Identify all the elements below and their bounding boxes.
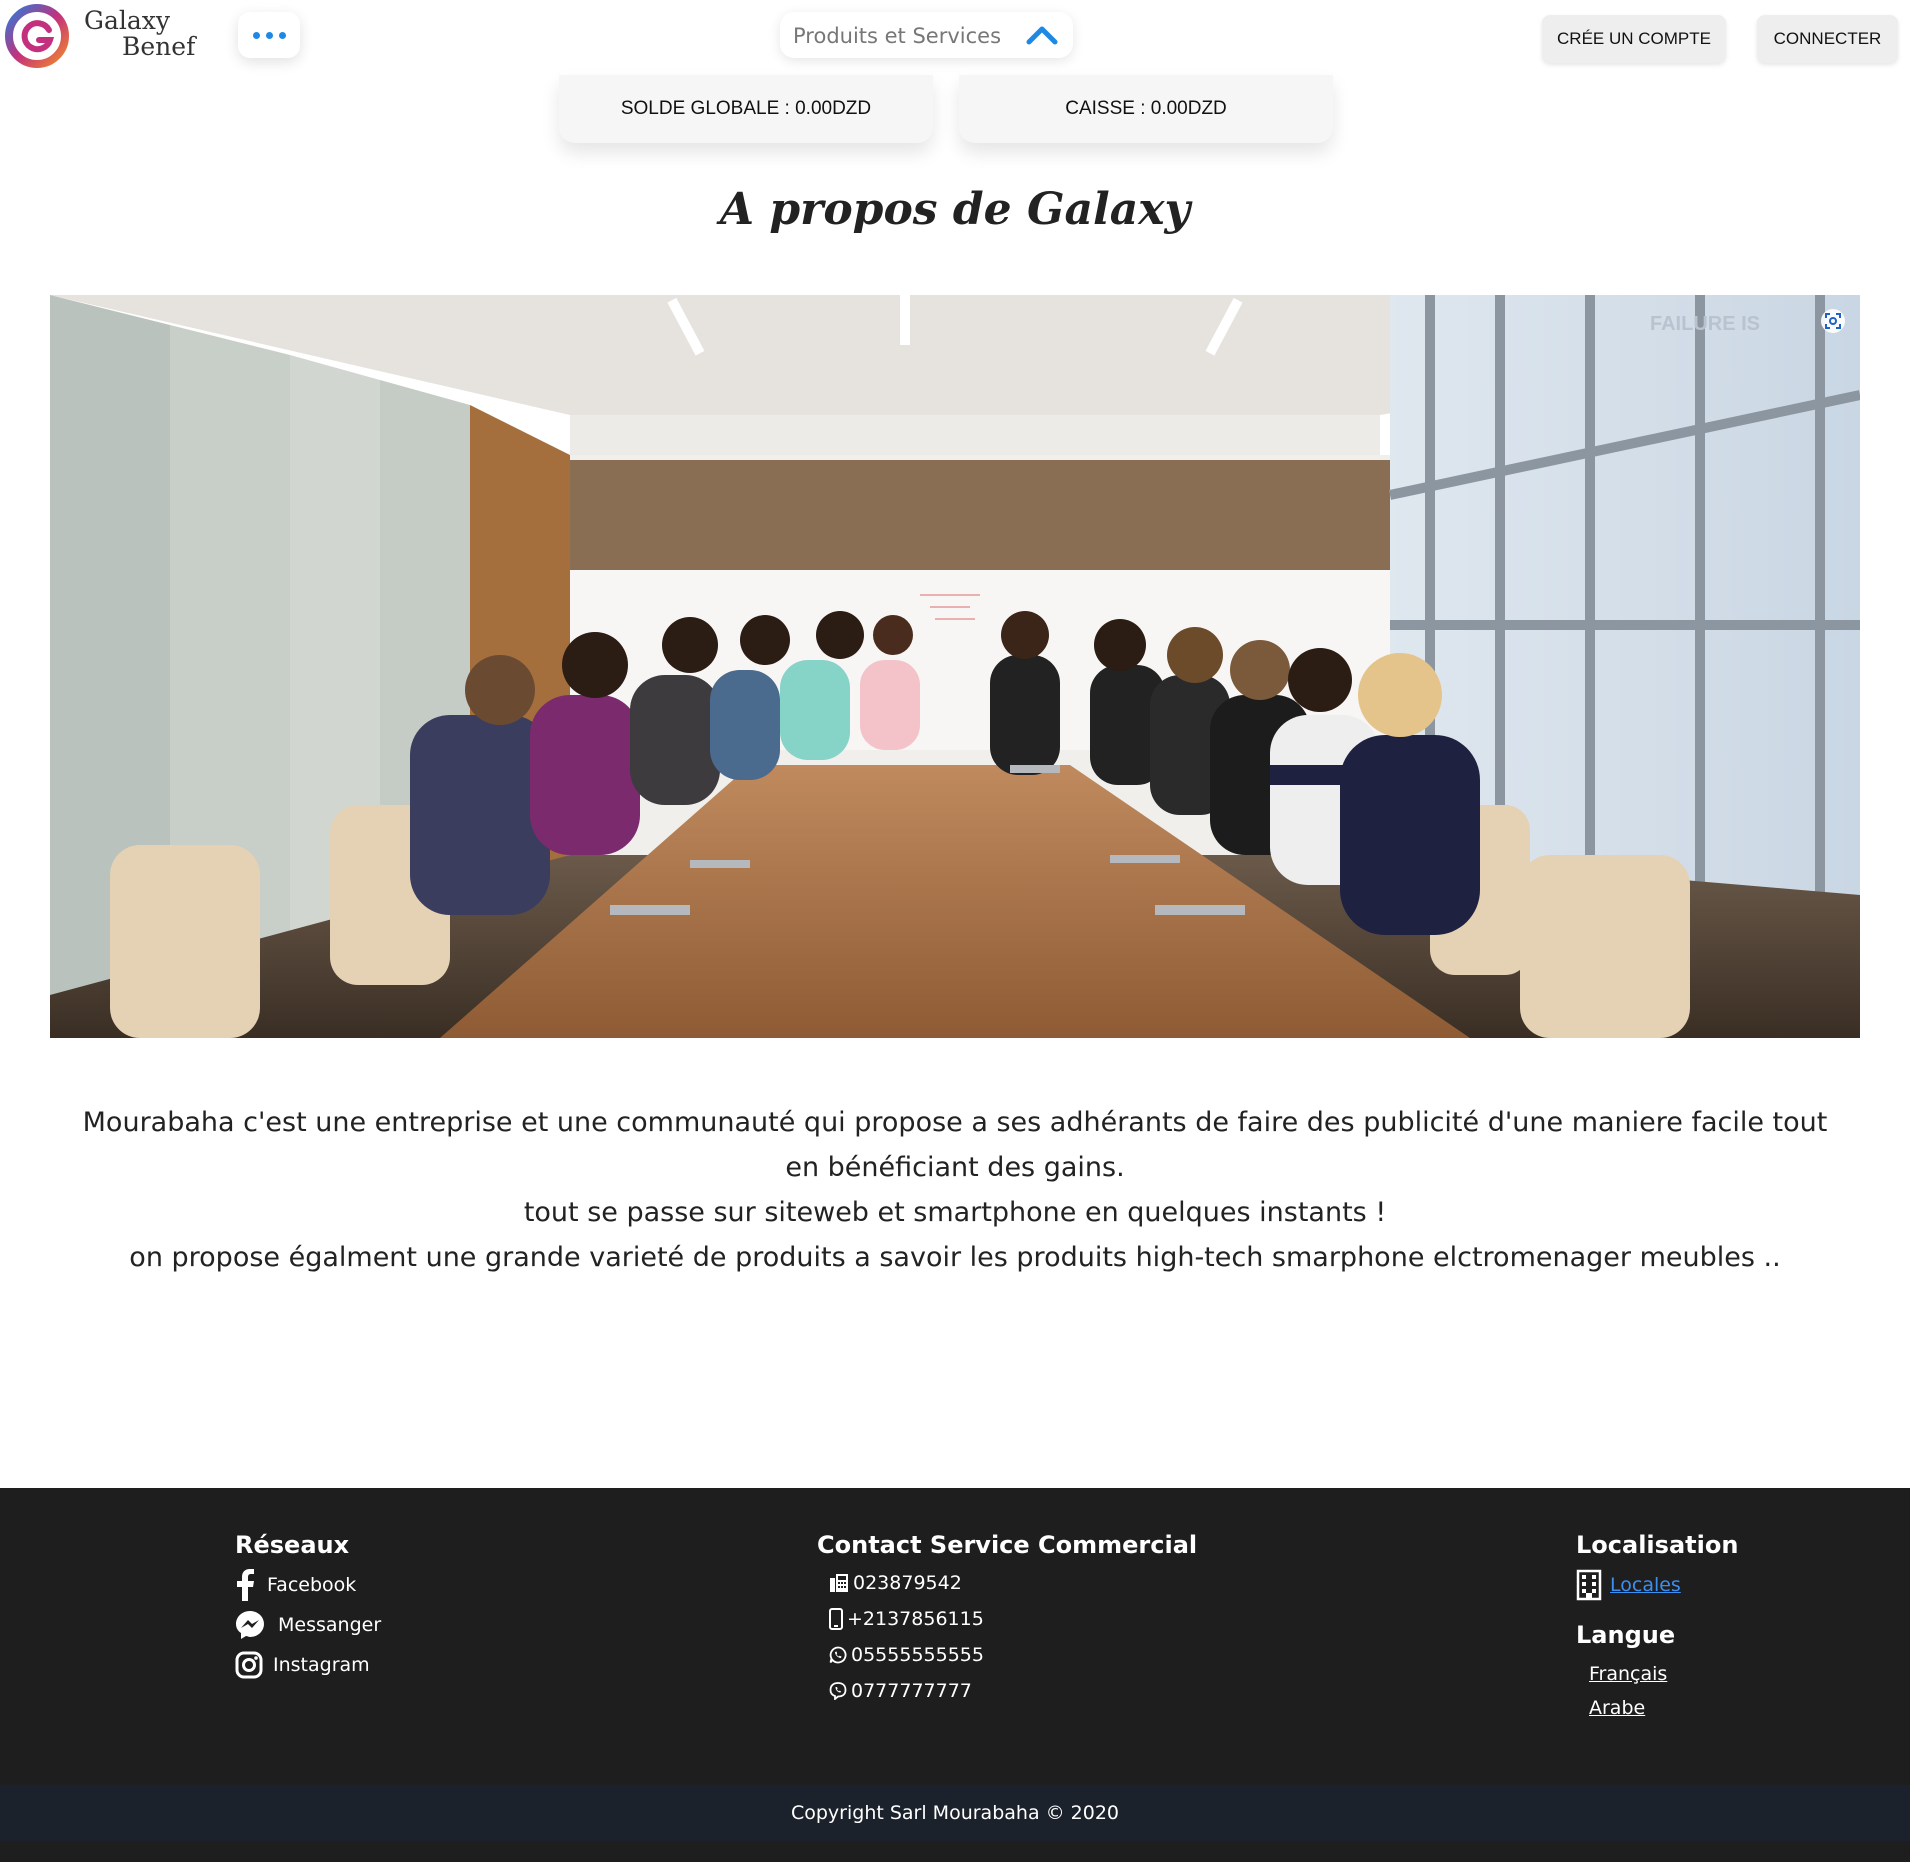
instagram-icon bbox=[235, 1651, 263, 1679]
locales-label[interactable]: Locales bbox=[1610, 1574, 1681, 1596]
dot-icon bbox=[265, 31, 273, 39]
viber-icon bbox=[829, 1682, 847, 1700]
messenger-icon bbox=[236, 1611, 264, 1639]
location-heading: Localisation bbox=[1576, 1531, 1739, 1559]
footer: Réseaux Facebook Messanger Instagram Con… bbox=[0, 1488, 1910, 1785]
whatsapp-number: 05555555555 bbox=[851, 1644, 984, 1666]
facebook-icon bbox=[237, 1569, 254, 1601]
messenger-label: Messanger bbox=[278, 1614, 382, 1636]
whatsapp-icon bbox=[829, 1646, 847, 1664]
mobile-icon bbox=[829, 1608, 843, 1630]
more-menu-button[interactable] bbox=[238, 12, 300, 58]
brand-line1: Galaxy bbox=[84, 6, 170, 35]
about-description: Mourabaha c'est une entreprise et une co… bbox=[70, 1100, 1840, 1280]
contact-heading: Contact Service Commercial bbox=[817, 1531, 1198, 1559]
brand-name[interactable]: Galaxy Benef bbox=[84, 8, 195, 59]
language-arabic-link[interactable]: Arabe bbox=[1589, 1697, 1738, 1719]
fax-icon bbox=[830, 1574, 848, 1592]
bottom-strip bbox=[0, 1841, 1910, 1862]
cash-balance-card: CAISSE : 0.00DZD bbox=[959, 75, 1333, 143]
facebook-link[interactable]: Facebook bbox=[235, 1565, 381, 1605]
mobile-number: +2137856115 bbox=[847, 1608, 984, 1630]
facebook-label: Facebook bbox=[267, 1574, 357, 1596]
photo-watermark-text: FAILURE IS bbox=[1650, 313, 1760, 335]
chevron-up-icon bbox=[1026, 26, 1058, 45]
connect-button[interactable]: CONNECTER bbox=[1757, 15, 1898, 63]
footer-location-column: Localisation Locales Langue Français Ara… bbox=[1576, 1531, 1738, 1719]
page-title: A propos de Galaxy bbox=[719, 184, 1191, 235]
viber-number: 0777777777 bbox=[851, 1680, 972, 1702]
language-heading: Langue bbox=[1576, 1621, 1676, 1649]
meeting-photo-illustration: FAILURE IS bbox=[50, 295, 1860, 1038]
brand-line2: Benef bbox=[122, 32, 196, 61]
galaxy-logo[interactable] bbox=[5, 4, 69, 68]
dot-icon bbox=[252, 31, 260, 39]
contact-fax: 023879542 bbox=[829, 1565, 1197, 1601]
about-paragraph: tout se passe sur siteweb et smartphone … bbox=[523, 1197, 1387, 1228]
dot-icon bbox=[278, 31, 286, 39]
messenger-link[interactable]: Messanger bbox=[235, 1605, 381, 1645]
instagram-link[interactable]: Instagram bbox=[235, 1645, 381, 1685]
copyright-bar: Copyright Sarl Mourabaha © 2020 bbox=[0, 1785, 1910, 1841]
instagram-label: Instagram bbox=[273, 1654, 370, 1676]
locales-link[interactable]: Locales bbox=[1576, 1565, 1738, 1605]
top-header: Galaxy Benef Produits et Services CRÉE U… bbox=[0, 0, 1910, 75]
footer-networks-column: Réseaux Facebook Messanger Instagram bbox=[235, 1531, 381, 1685]
products-dropdown-label: Produits et Services bbox=[793, 24, 1002, 48]
contact-whatsapp: 05555555555 bbox=[829, 1637, 1197, 1673]
about-paragraph: on propose égalment une grande varieté d… bbox=[129, 1242, 1781, 1273]
contact-mobile: +2137856115 bbox=[829, 1601, 1197, 1637]
global-balance-card: SOLDE GLOBALE : 0.00DZD bbox=[559, 75, 933, 143]
meeting-photo: FAILURE IS bbox=[50, 295, 1860, 1038]
language-french-link[interactable]: Français bbox=[1589, 1663, 1738, 1685]
networks-heading: Réseaux bbox=[235, 1531, 350, 1559]
products-services-dropdown[interactable]: Produits et Services bbox=[780, 12, 1073, 58]
create-account-button[interactable]: CRÉE UN COMPTE bbox=[1542, 15, 1726, 63]
copyright-text: Copyright Sarl Mourabaha © 2020 bbox=[790, 1802, 1120, 1824]
about-paragraph: Mourabaha c'est une entreprise et une co… bbox=[82, 1107, 1828, 1183]
fax-number: 023879542 bbox=[853, 1572, 962, 1594]
visual-search-icon[interactable] bbox=[1820, 308, 1846, 334]
footer-contact-column: Contact Service Commercial 023879542 +21… bbox=[817, 1531, 1197, 1709]
contact-viber: 0777777777 bbox=[829, 1673, 1197, 1709]
building-icon bbox=[1576, 1569, 1602, 1601]
